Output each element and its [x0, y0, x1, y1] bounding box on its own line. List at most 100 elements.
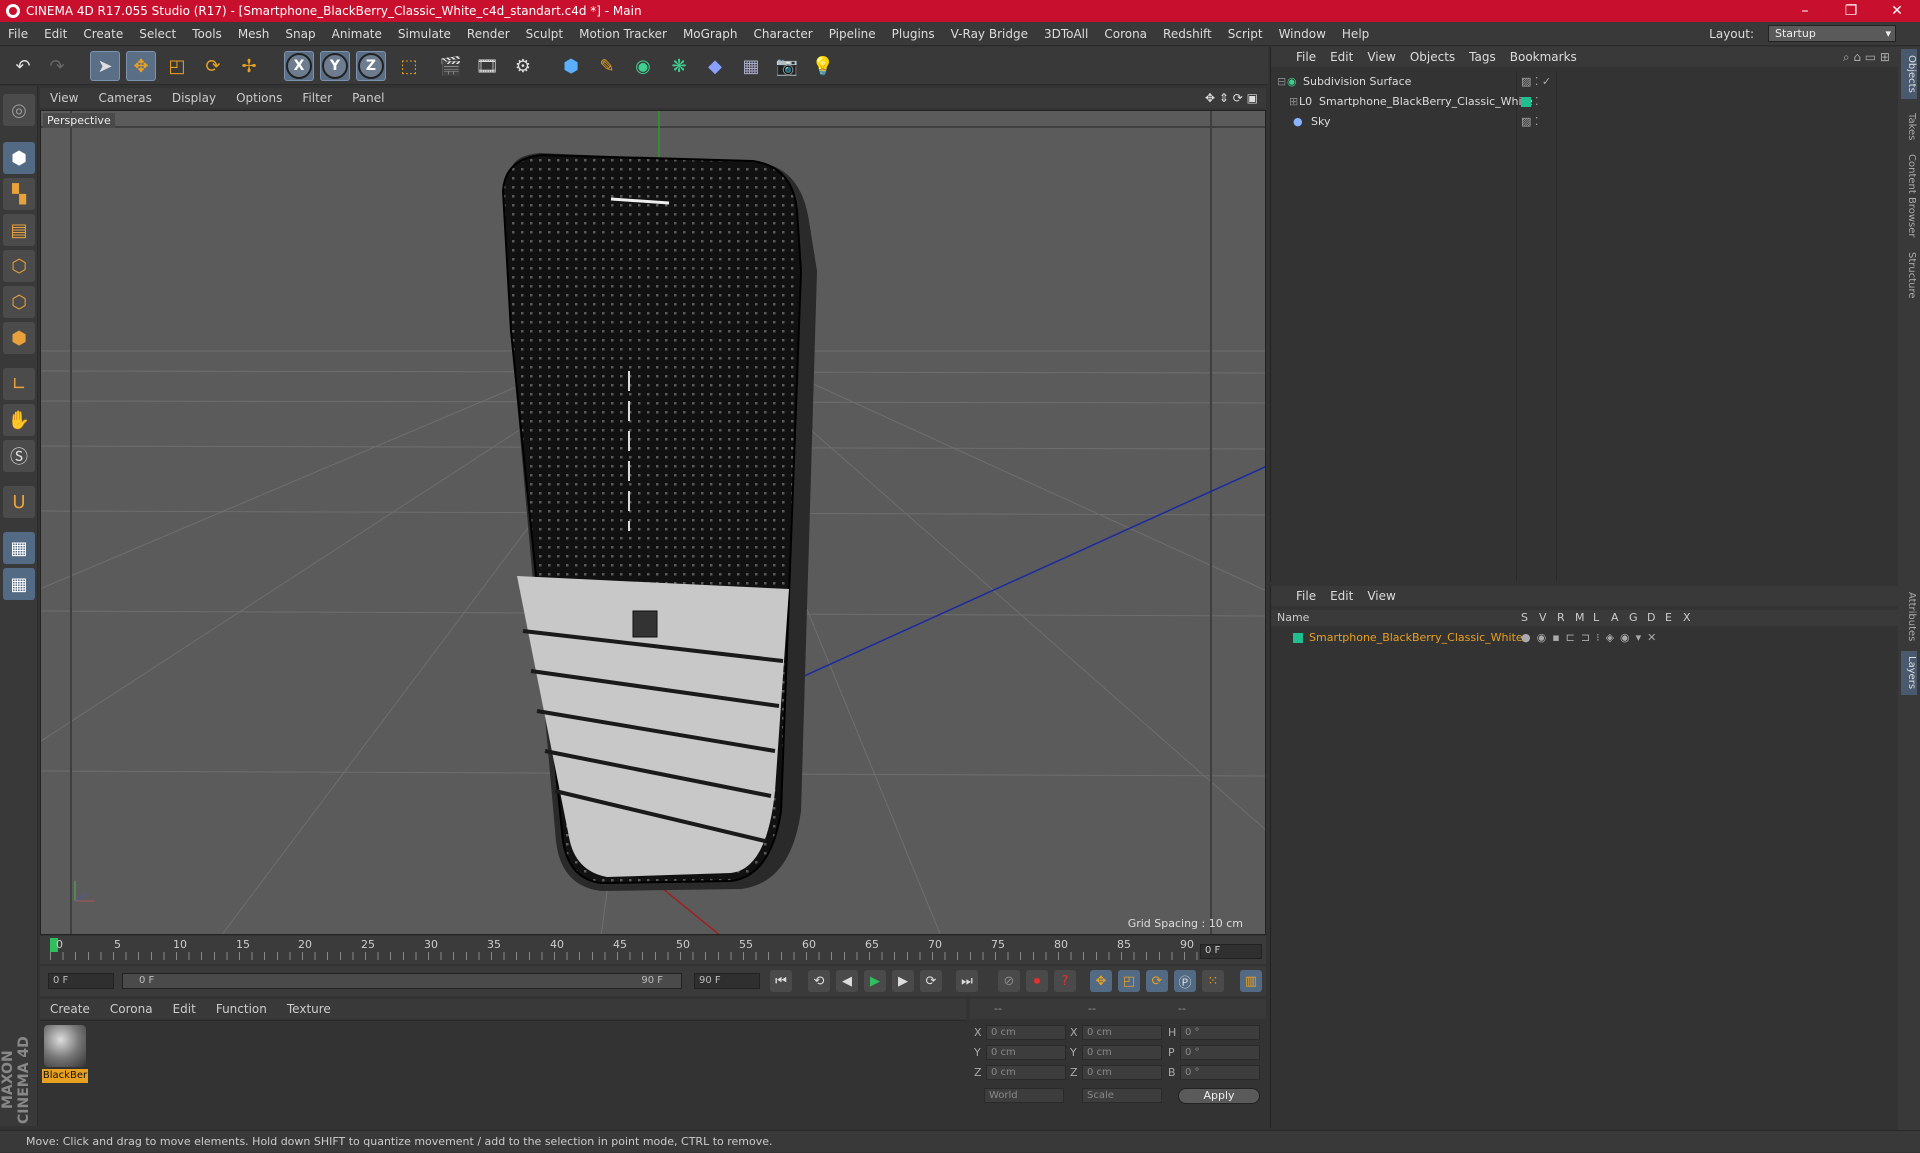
redo-icon[interactable]: ↷ — [42, 51, 72, 81]
material-menu-create[interactable]: Create — [40, 1002, 100, 1016]
rotation-h-field[interactable]: 0 ° — [1180, 1025, 1260, 1040]
menu-tools[interactable]: Tools — [184, 27, 230, 41]
menu-pipeline[interactable]: Pipeline — [821, 27, 884, 41]
size-mode-dropdown[interactable]: Scale — [1082, 1088, 1162, 1103]
position-y-field[interactable]: 0 cm — [986, 1045, 1066, 1060]
model-mode-icon[interactable]: ⬢ — [3, 142, 35, 174]
select-arrow-icon[interactable]: ➤ — [90, 51, 120, 81]
object-row-sky[interactable]: ● Sky ▨ ⁚ — [1271, 112, 1899, 131]
close-button[interactable]: ✕ — [1874, 0, 1920, 22]
smartphone-model[interactable] — [501, 153, 817, 891]
layout-dropdown[interactable]: Startup — [1768, 25, 1896, 42]
menu-motion-tracker[interactable]: Motion Tracker — [571, 27, 675, 41]
key-rotation-icon[interactable]: ⟳ — [1146, 970, 1168, 992]
render-settings-icon[interactable]: ⚙ — [508, 51, 538, 81]
menu-script[interactable]: Script — [1220, 27, 1271, 41]
play-icon[interactable]: ▶ — [864, 970, 886, 992]
layer-color-swatch[interactable] — [1293, 632, 1303, 643]
maximize-button[interactable]: ❐ — [1828, 0, 1874, 22]
timeline-ruler[interactable]: 0 5 10 15 20 25 30 35 40 45 50 55 60 65 … — [40, 936, 1266, 964]
subdivision-icon[interactable]: ◉ — [628, 51, 658, 81]
layer-row[interactable]: Smartphone_BlackBerry_Classic_White ●◉▪⊏… — [1271, 628, 1899, 647]
om-toolbar-icons[interactable]: ⌕ ⌂ ▭ ⊞ — [1836, 50, 1898, 65]
menu-file[interactable]: File — [0, 27, 36, 41]
coordinate-space-dropdown[interactable]: World — [984, 1088, 1064, 1103]
material-menu-edit[interactable]: Edit — [163, 1002, 206, 1016]
key-pla-icon[interactable]: ⁙ — [1202, 970, 1224, 992]
end-frame-field[interactable]: 90 F — [694, 973, 760, 989]
move-icon[interactable]: ✥ — [126, 51, 156, 81]
material-preview[interactable] — [44, 1025, 86, 1067]
mograph-cloner-icon[interactable]: ❋ — [664, 51, 694, 81]
next-frame-icon[interactable]: ▶ — [892, 970, 914, 992]
polygons-mode-icon[interactable]: ⬢ — [3, 322, 35, 354]
menu-mograph[interactable]: MoGraph — [675, 27, 746, 41]
rotation-b-field[interactable]: 0 ° — [1180, 1065, 1260, 1080]
deformer-icon[interactable]: ◆ — [700, 51, 730, 81]
viewport-menu-display[interactable]: Display — [162, 91, 226, 105]
undo-icon[interactable]: ↶ — [8, 51, 38, 81]
coordinate-system-icon[interactable]: ⬚ — [394, 51, 424, 81]
apply-button[interactable]: Apply — [1178, 1088, 1260, 1104]
edges-mode-icon[interactable]: ⬡ — [3, 286, 35, 318]
menu-help[interactable]: Help — [1334, 27, 1377, 41]
render-view-icon[interactable]: 🎬 — [436, 51, 466, 81]
lm-menu-view[interactable]: View — [1360, 589, 1402, 603]
pen-spline-icon[interactable]: ✎ — [592, 51, 622, 81]
menu-sculpt[interactable]: Sculpt — [518, 27, 571, 41]
viewport-nav-icons[interactable]: ✥ ⇕ ⟳ ▣ — [1195, 91, 1266, 105]
y-axis-lock-button[interactable]: Y — [320, 51, 350, 81]
key-scale-icon[interactable]: ◰ — [1118, 970, 1140, 992]
rotation-p-field[interactable]: 0 ° — [1180, 1045, 1260, 1060]
make-editable-icon[interactable]: ◎ — [3, 94, 35, 126]
menu-animate[interactable]: Animate — [324, 27, 390, 41]
lm-menu-file[interactable]: File — [1289, 589, 1323, 603]
viewport-menu-cameras[interactable]: Cameras — [88, 91, 161, 105]
magnet-icon[interactable]: U — [3, 486, 35, 518]
x-axis-lock-button[interactable]: X — [284, 51, 314, 81]
size-x-field[interactable]: 0 cm — [1082, 1025, 1162, 1040]
size-z-field[interactable]: 0 cm — [1082, 1065, 1162, 1080]
z-axis-lock-button[interactable]: Z — [356, 51, 386, 81]
scale-icon[interactable]: ◰ — [162, 51, 192, 81]
material-menu-corona[interactable]: Corona — [100, 1002, 163, 1016]
rotate-icon[interactable]: ⟳ — [198, 51, 228, 81]
material-menu-texture[interactable]: Texture — [277, 1002, 341, 1016]
viewport-menu-view[interactable]: View — [40, 91, 88, 105]
material-menu-function[interactable]: Function — [206, 1002, 277, 1016]
timeline-window-icon[interactable]: ▥ — [1240, 970, 1262, 992]
side-tab-attributes[interactable]: Attributes — [1901, 587, 1917, 647]
layer-toggles[interactable]: ●◉▪⊏⊐⁝◈◉▾✕ — [1521, 631, 1662, 644]
side-tab-objects[interactable]: Objects — [1901, 49, 1917, 99]
floor-icon[interactable]: ▦ — [736, 51, 766, 81]
visibility-toggles[interactable]: ▨ ⁚ — [1521, 115, 1538, 128]
om-menu-objects[interactable]: Objects — [1403, 50, 1462, 64]
side-tab-structure[interactable]: Structure — [1901, 245, 1917, 305]
snap-icon[interactable]: Ⓢ — [3, 440, 35, 472]
tweak-mode-icon[interactable]: ✋ — [3, 404, 35, 436]
size-y-field[interactable]: 0 cm — [1082, 1045, 1162, 1060]
om-menu-tags[interactable]: Tags — [1462, 50, 1503, 64]
next-key-icon[interactable]: ⟳ — [920, 970, 942, 992]
points-mode-icon[interactable]: ⬡ — [3, 250, 35, 282]
key-position-icon[interactable]: ✥ — [1090, 970, 1112, 992]
visibility-toggles[interactable]: ⁚ — [1535, 95, 1539, 108]
om-menu-bookmarks[interactable]: Bookmarks — [1503, 50, 1584, 64]
om-menu-view[interactable]: View — [1360, 50, 1402, 64]
layer-color-swatch[interactable] — [1521, 96, 1531, 107]
menu-edit[interactable]: Edit — [36, 27, 75, 41]
workplane-icon[interactable]: ▤ — [3, 214, 35, 246]
texture-mode-icon[interactable]: ▚ — [3, 178, 35, 210]
menu-redshift[interactable]: Redshift — [1155, 27, 1220, 41]
axis-mode-icon[interactable]: ∟ — [3, 368, 35, 400]
om-menu-edit[interactable]: Edit — [1323, 50, 1360, 64]
goto-start-icon[interactable]: ⏮ — [770, 970, 792, 992]
cube-primitive-icon[interactable]: ⬢ — [556, 51, 586, 81]
position-x-field[interactable]: 0 cm — [986, 1025, 1066, 1040]
planar-workplane-icon[interactable]: ▦ — [3, 568, 35, 600]
start-frame-field[interactable]: 0 F — [48, 973, 114, 989]
workplane-lock-icon[interactable]: ▦ — [3, 532, 35, 564]
render-picture-viewer-icon[interactable]: 🎞 — [472, 51, 502, 81]
previous-frame-icon[interactable]: ◀ — [836, 970, 858, 992]
position-z-field[interactable]: 0 cm — [986, 1065, 1066, 1080]
